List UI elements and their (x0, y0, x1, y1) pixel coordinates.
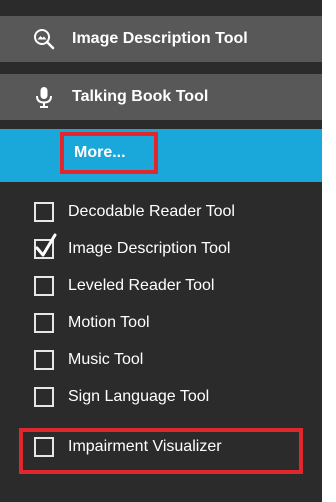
tool-item-leveled-reader[interactable]: Leveled Reader Tool (34, 270, 214, 302)
more-label: More... (74, 144, 126, 161)
tool-item-music[interactable]: Music Tool (34, 344, 143, 376)
tool-item-label: Sign Language Tool (68, 388, 210, 405)
microphone-icon (32, 85, 56, 109)
tool-item-image-description[interactable]: Image Description Tool (34, 233, 230, 265)
tool-item-motion[interactable]: Motion Tool (34, 307, 150, 339)
magnifier-image-icon (32, 27, 56, 51)
tool-item-sign-language[interactable]: Sign Language Tool (34, 381, 209, 413)
more-bar: More... (0, 129, 322, 182)
tool-item-impairment-visualizer[interactable]: Impairment Visualizer (34, 431, 222, 463)
more-button[interactable]: More... (60, 132, 158, 174)
checkbox[interactable] (34, 387, 54, 407)
tool-item-decodable-reader[interactable]: Decodable Reader Tool (34, 196, 235, 228)
talking-book-tool-header[interactable]: Talking Book Tool (0, 74, 322, 120)
tool-item-label: Impairment Visualizer (68, 438, 222, 455)
tool-item-label: Music Tool (68, 351, 144, 368)
tool-item-label: Motion Tool (68, 314, 150, 331)
tool-item-label: Image Description Tool (68, 240, 231, 257)
toolbox-panel: Image Description Tool Talking Book Tool… (0, 0, 322, 502)
checkmark-icon (35, 233, 57, 257)
checkbox[interactable] (34, 202, 54, 222)
checkbox[interactable] (34, 313, 54, 333)
image-description-tool-header[interactable]: Image Description Tool (0, 16, 322, 62)
tool-item-label: Decodable Reader Tool (68, 203, 235, 220)
checkbox[interactable] (34, 350, 54, 370)
tool-header-label: Image Description Tool (72, 30, 248, 47)
checkbox[interactable] (34, 276, 54, 296)
tool-item-label: Leveled Reader Tool (68, 277, 215, 294)
checkbox[interactable] (34, 437, 54, 457)
tool-header-label: Talking Book Tool (72, 88, 209, 105)
checkbox-checked[interactable] (34, 233, 57, 259)
